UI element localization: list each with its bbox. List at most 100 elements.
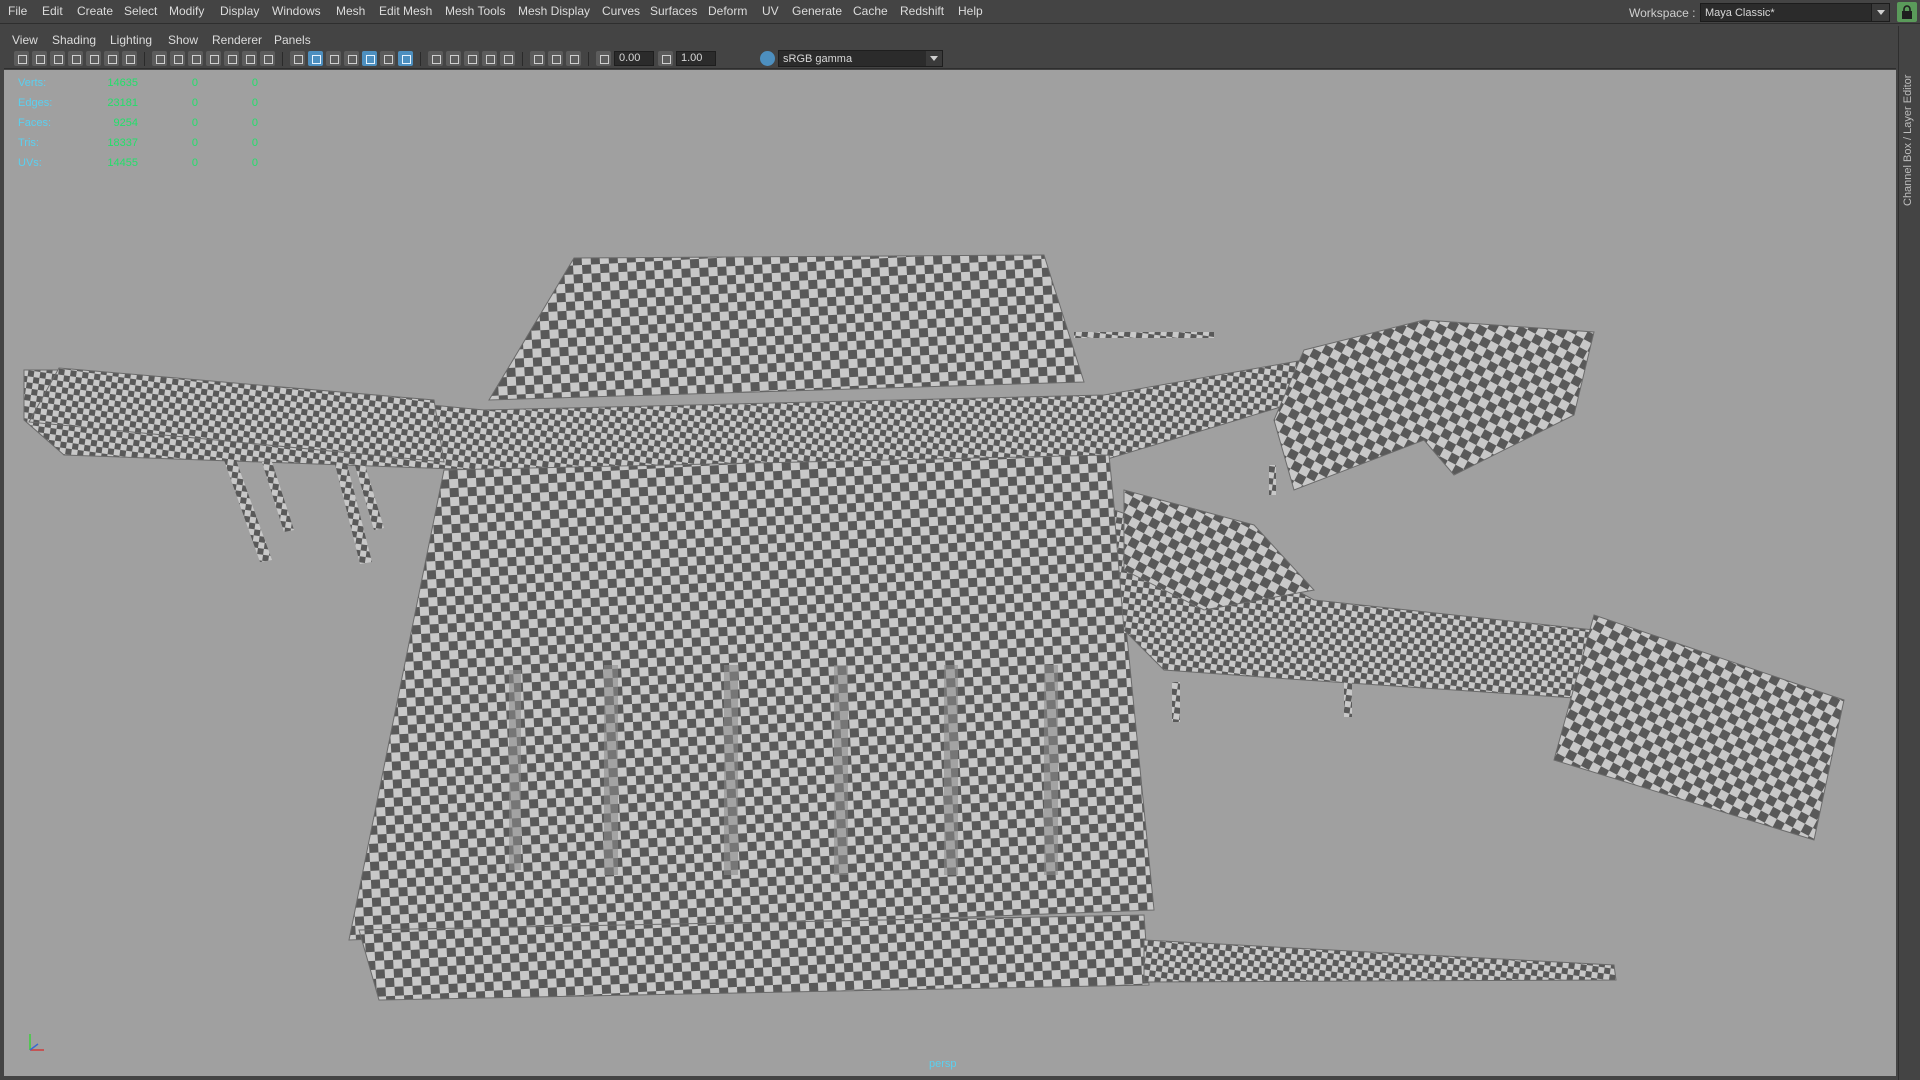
exposure-icon[interactable]: [596, 51, 611, 66]
hud-value: 18337: [107, 137, 138, 149]
menu-create[interactable]: Create: [77, 4, 113, 18]
channel-box-tab[interactable]: Channel Box / Layer Editor: [1902, 36, 1918, 206]
hud-label: Tris:: [18, 137, 39, 149]
channel-box-tab-label: Channel Box / Layer Editor: [1902, 74, 1914, 206]
smooth-shade-icon[interactable]: [308, 51, 323, 66]
maya-window: File Edit Create Select Modify Display W…: [0, 0, 1920, 1080]
hud-label: Verts:: [18, 77, 47, 89]
field-chart-icon[interactable]: [224, 51, 239, 66]
hud-row-edges: Edges: 23181 0 0: [18, 94, 278, 114]
lock-icon[interactable]: [1897, 2, 1917, 22]
default-material-icon[interactable]: [326, 51, 341, 66]
workspace-label: Workspace :: [1629, 6, 1696, 20]
hud-row-faces: Faces: 9254 0 0: [18, 114, 278, 134]
motion-blur-icon[interactable]: [464, 51, 479, 66]
hud-value: 0: [191, 157, 198, 169]
camera-attributes-icon[interactable]: [32, 51, 47, 66]
hud-value: 0: [251, 97, 258, 109]
snap-icon[interactable]: [122, 51, 137, 66]
use-all-lights-icon[interactable]: [380, 51, 395, 66]
hud-label: Edges:: [18, 97, 53, 109]
hud-value: 23181: [107, 97, 138, 109]
menu-display[interactable]: Display: [220, 4, 259, 18]
safe-action-icon[interactable]: [242, 51, 257, 66]
color-management-icon[interactable]: [760, 51, 775, 66]
persp-viewport[interactable]: Verts: 14635 0 0 Edges: 23181 0 0 Faces:…: [4, 70, 1896, 1076]
wireframe-on-shaded-icon[interactable]: [344, 51, 359, 66]
checker-mesh-scene: [23, 254, 1845, 1001]
menu-windows[interactable]: Windows: [272, 4, 321, 18]
gamma-field[interactable]: 1.00: [676, 51, 716, 66]
wireframe-icon[interactable]: [290, 51, 305, 66]
menu-generate[interactable]: Generate: [792, 4, 842, 18]
exposure-field[interactable]: 0.00: [614, 51, 654, 66]
panel-menu-shading[interactable]: Shading: [52, 33, 96, 47]
menu-uv[interactable]: UV: [762, 4, 779, 18]
menu-surfaces[interactable]: Surfaces: [650, 4, 697, 18]
xray-components-icon[interactable]: [566, 51, 581, 66]
hud-value: 0: [191, 137, 198, 149]
hud-value: 0: [191, 77, 198, 89]
panel-menu-view[interactable]: View: [12, 33, 38, 47]
hud-value: 0: [191, 97, 198, 109]
menu-select[interactable]: Select: [124, 4, 157, 18]
menu-file[interactable]: File: [8, 4, 27, 18]
panel-menu-renderer[interactable]: Renderer: [212, 33, 262, 47]
select-camera-icon[interactable]: [14, 51, 29, 66]
isolate-select-icon[interactable]: [398, 51, 413, 66]
menu-help[interactable]: Help: [958, 4, 983, 18]
film-gate-icon[interactable]: [170, 51, 185, 66]
main-menu-bar: File Edit Create Select Modify Display W…: [0, 0, 1920, 24]
image-plane-icon[interactable]: [68, 51, 83, 66]
grid-icon[interactable]: [152, 51, 167, 66]
menu-edit[interactable]: Edit: [42, 4, 63, 18]
hud-value: 14635: [107, 77, 138, 89]
mesh-model[interactable]: [23, 254, 1845, 1001]
camera-name-label: persp: [929, 1058, 957, 1070]
menu-deform[interactable]: Deform: [708, 4, 747, 18]
xray-joints-icon[interactable]: [548, 51, 563, 66]
toolbar-separator: [588, 52, 589, 66]
shadows-icon[interactable]: [428, 51, 443, 66]
workspace-value: Maya Classic*: [1705, 7, 1775, 19]
hud-value: 0: [191, 117, 198, 129]
right-dock-strip: Channel Box / Layer Editor: [1898, 26, 1920, 1080]
hud-value: 0: [251, 137, 258, 149]
hud-label: UVs:: [18, 157, 42, 169]
menu-cache[interactable]: Cache: [853, 4, 888, 18]
toolbar-separator: [522, 52, 523, 66]
poly-count-hud: Verts: 14635 0 0 Edges: 23181 0 0 Faces:…: [18, 74, 278, 174]
resolution-gate-icon[interactable]: [188, 51, 203, 66]
two-d-pan-zoom-icon[interactable]: [86, 51, 101, 66]
chevron-down-icon: [1871, 4, 1889, 21]
hud-value: 14455: [107, 157, 138, 169]
menu-curves[interactable]: Curves: [602, 4, 640, 18]
textured-icon[interactable]: [362, 51, 377, 66]
color-space-dropdown[interactable]: sRGB gamma: [778, 50, 943, 67]
grease-pencil-icon[interactable]: [104, 51, 119, 66]
screen-space-ao-icon[interactable]: [446, 51, 461, 66]
axis-gizmo-icon: [24, 1028, 54, 1061]
bookmark-icon[interactable]: [50, 51, 65, 66]
gamma-icon[interactable]: [658, 51, 673, 66]
hud-value: 0: [251, 157, 258, 169]
menu-redshift[interactable]: Redshift: [900, 4, 944, 18]
safe-title-icon[interactable]: [260, 51, 275, 66]
menu-mesh[interactable]: Mesh: [336, 4, 365, 18]
menu-modify[interactable]: Modify: [169, 4, 204, 18]
hud-label: Faces:: [18, 117, 52, 129]
anti-aliasing-icon[interactable]: [482, 51, 497, 66]
depth-of-field-icon[interactable]: [500, 51, 515, 66]
hud-row-tris: Tris: 18337 0 0: [18, 134, 278, 154]
menu-edit-mesh[interactable]: Edit Mesh: [379, 4, 432, 18]
panel-menu-panels[interactable]: Panels: [274, 33, 311, 47]
workspace-dropdown[interactable]: Maya Classic*: [1700, 3, 1890, 22]
panel-menu-show[interactable]: Show: [168, 33, 198, 47]
panel-menu-lighting[interactable]: Lighting: [110, 33, 152, 47]
hud-value: 0: [251, 77, 258, 89]
menu-mesh-display[interactable]: Mesh Display: [518, 4, 590, 18]
gate-mask-icon[interactable]: [206, 51, 221, 66]
panel-toolbar: 0.00 1.00 sRGB gamma: [4, 49, 1896, 69]
menu-mesh-tools[interactable]: Mesh Tools: [445, 4, 505, 18]
xray-icon[interactable]: [530, 51, 545, 66]
